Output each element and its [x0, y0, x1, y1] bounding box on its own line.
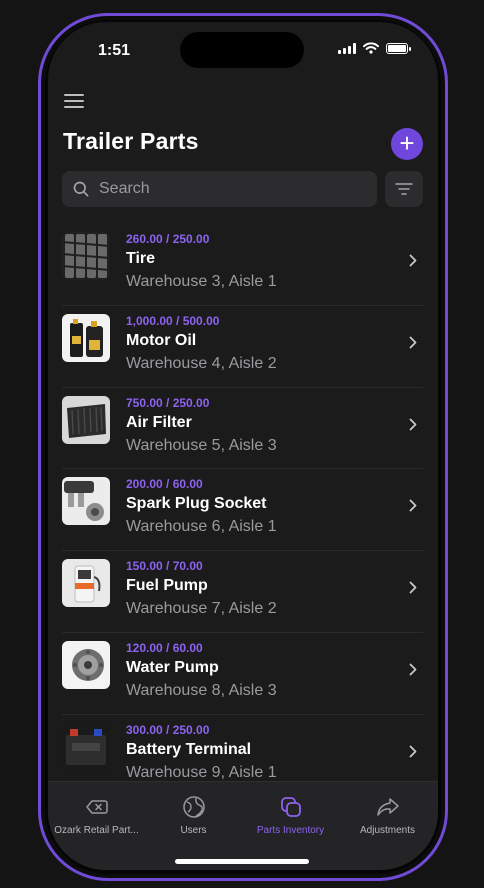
status-icons	[338, 42, 411, 54]
water-pump-thumbnail	[62, 640, 110, 689]
motor-oil-thumbnail	[62, 313, 110, 362]
item-location: Warehouse 8, Aisle 3	[126, 681, 277, 699]
battery-terminal-thumbnail	[62, 722, 110, 771]
tire-thumbnail	[62, 232, 110, 280]
chevron-right-icon	[409, 499, 417, 512]
search-bar[interactable]	[62, 171, 377, 207]
list-item[interactable]: 260.00 / 250.00 Tire Warehouse 3, Aisle …	[62, 224, 423, 306]
item-location: Warehouse 4, Aisle 2	[126, 354, 277, 372]
globe-icon	[182, 796, 205, 818]
app-screen: 1:51 Trailer Parts + Search 260.00 / 250…	[48, 22, 438, 870]
wifi-icon	[363, 42, 379, 54]
hamburger-menu-icon[interactable]	[64, 94, 84, 108]
search-input[interactable]	[97, 179, 351, 199]
add-part-button[interactable]: +	[391, 128, 423, 160]
home-indicator	[175, 859, 309, 864]
item-quantity: 750.00 / 250.00	[126, 395, 210, 410]
tab-adjustments[interactable]: Adjustments	[339, 794, 436, 836]
list-item[interactable]: 200.00 / 60.00 Spark Plug Socket Warehou…	[62, 469, 423, 552]
page-title: Trailer Parts	[63, 128, 199, 154]
tab-ozark-retail[interactable]: Ozark Retail Part...	[48, 794, 145, 836]
search-icon	[73, 181, 89, 197]
chevron-right-icon	[409, 418, 417, 430]
filter-button[interactable]	[385, 171, 423, 207]
spark-plug-socket-thumbnail	[62, 477, 110, 526]
item-name: Battery Terminal	[126, 740, 252, 758]
list-item[interactable]: 120.00 / 60.00 Water Pump Warehouse 8, A…	[62, 633, 423, 715]
item-quantity: 120.00 / 60.00	[126, 640, 203, 655]
item-location: Warehouse 5, Aisle 3	[126, 436, 277, 454]
list-item[interactable]: 150.00 / 70.00 Fuel Pump Warehouse 7, Ai…	[62, 551, 423, 633]
tab-users[interactable]: Users	[145, 794, 242, 836]
item-location: Warehouse 9, Aisle 1	[126, 763, 277, 781]
chevron-right-icon	[409, 336, 417, 349]
item-location: Warehouse 3, Aisle 1	[126, 273, 277, 290]
item-name: Air Filter	[126, 413, 192, 431]
tab-label: Adjustments	[359, 825, 416, 836]
item-location: Warehouse 7, Aisle 2	[126, 600, 277, 618]
list-item[interactable]: 1,000.00 / 500.00 Motor Oil Warehouse 4,…	[62, 306, 423, 388]
item-name: Motor Oil	[126, 331, 197, 349]
battery-icon	[386, 42, 411, 54]
item-quantity: 300.00 / 250.00	[126, 722, 210, 737]
item-quantity: 150.00 / 70.00	[126, 559, 203, 574]
chevron-right-icon	[409, 581, 417, 594]
item-location: Warehouse 6, Aisle 1	[126, 518, 277, 536]
tab-label: Ozark Retail Part...	[54, 825, 139, 836]
filter-icon	[395, 183, 413, 195]
item-quantity: 1,000.00 / 500.00	[126, 313, 220, 328]
signal-icon	[338, 42, 356, 54]
dynamic-island	[180, 32, 304, 68]
item-name: Spark Plug Socket	[126, 495, 267, 513]
item-name: Fuel Pump	[126, 577, 208, 595]
fuel-pump-thumbnail	[62, 559, 110, 608]
inventory-icon	[280, 797, 301, 817]
parts-list: 260.00 / 250.00 Tire Warehouse 3, Aisle …	[62, 224, 423, 797]
chevron-right-icon	[409, 663, 417, 676]
item-name: Water Pump	[126, 658, 219, 676]
tab-label: Users	[180, 825, 207, 836]
tab-label: Parts Inventory	[256, 825, 325, 836]
tab-parts-inventory[interactable]: Parts Inventory	[242, 794, 339, 836]
item-quantity: 260.00 / 250.00	[126, 232, 210, 246]
air-filter-thumbnail	[62, 395, 110, 444]
item-name: Tire	[126, 250, 156, 267]
share-arrow-icon	[376, 798, 399, 816]
list-item[interactable]: 750.00 / 250.00 Air Filter Warehouse 5, …	[62, 388, 423, 470]
chevron-right-icon	[409, 254, 417, 267]
tab-bar: Ozark Retail Part... Users Parts Invento…	[48, 781, 438, 870]
chevron-right-icon	[409, 745, 417, 758]
backspace-icon	[85, 800, 108, 814]
status-time: 1:51	[98, 42, 131, 59]
item-quantity: 200.00 / 60.00	[126, 477, 203, 492]
